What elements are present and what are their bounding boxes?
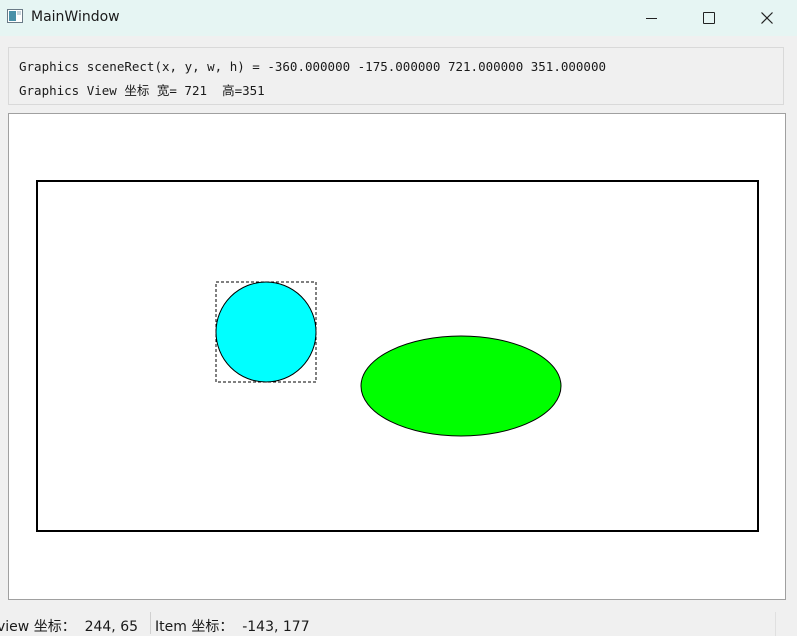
main-window: MainWindow Graphics sceneRect(x, y, w, h… <box>0 0 797 636</box>
window-title: MainWindow <box>31 9 120 25</box>
app-window-icon <box>7 9 23 23</box>
status-bar: view 坐标： 244, 65 Item 坐标： -143, 177 <box>0 607 797 636</box>
status-separator <box>150 612 151 634</box>
cyan-circle[interactable] <box>215 281 317 383</box>
green-ellipse[interactable] <box>360 335 562 437</box>
title-bar[interactable]: MainWindow <box>0 0 797 36</box>
maximize-button[interactable] <box>686 0 732 36</box>
graphics-view[interactable] <box>8 113 786 600</box>
graphics-scene[interactable] <box>9 114 785 599</box>
scene-info-textbox[interactable]: Graphics sceneRect(x, y, w, h) = -360.00… <box>8 47 784 105</box>
view-size-info: Graphics View 坐标 宽= 721 高=351 <box>19 83 265 98</box>
maximize-icon <box>703 12 715 24</box>
minimize-icon <box>645 17 657 19</box>
close-button[interactable] <box>744 0 790 36</box>
close-icon <box>761 12 773 24</box>
size-grip[interactable] <box>775 612 776 636</box>
scene-rect-info: Graphics sceneRect(x, y, w, h) = -360.00… <box>19 59 606 74</box>
minimize-button[interactable] <box>628 0 674 36</box>
item-coords-label: Item 坐标： -143, 177 <box>155 619 310 635</box>
view-coords-label: view 坐标： 244, 65 <box>0 619 139 635</box>
